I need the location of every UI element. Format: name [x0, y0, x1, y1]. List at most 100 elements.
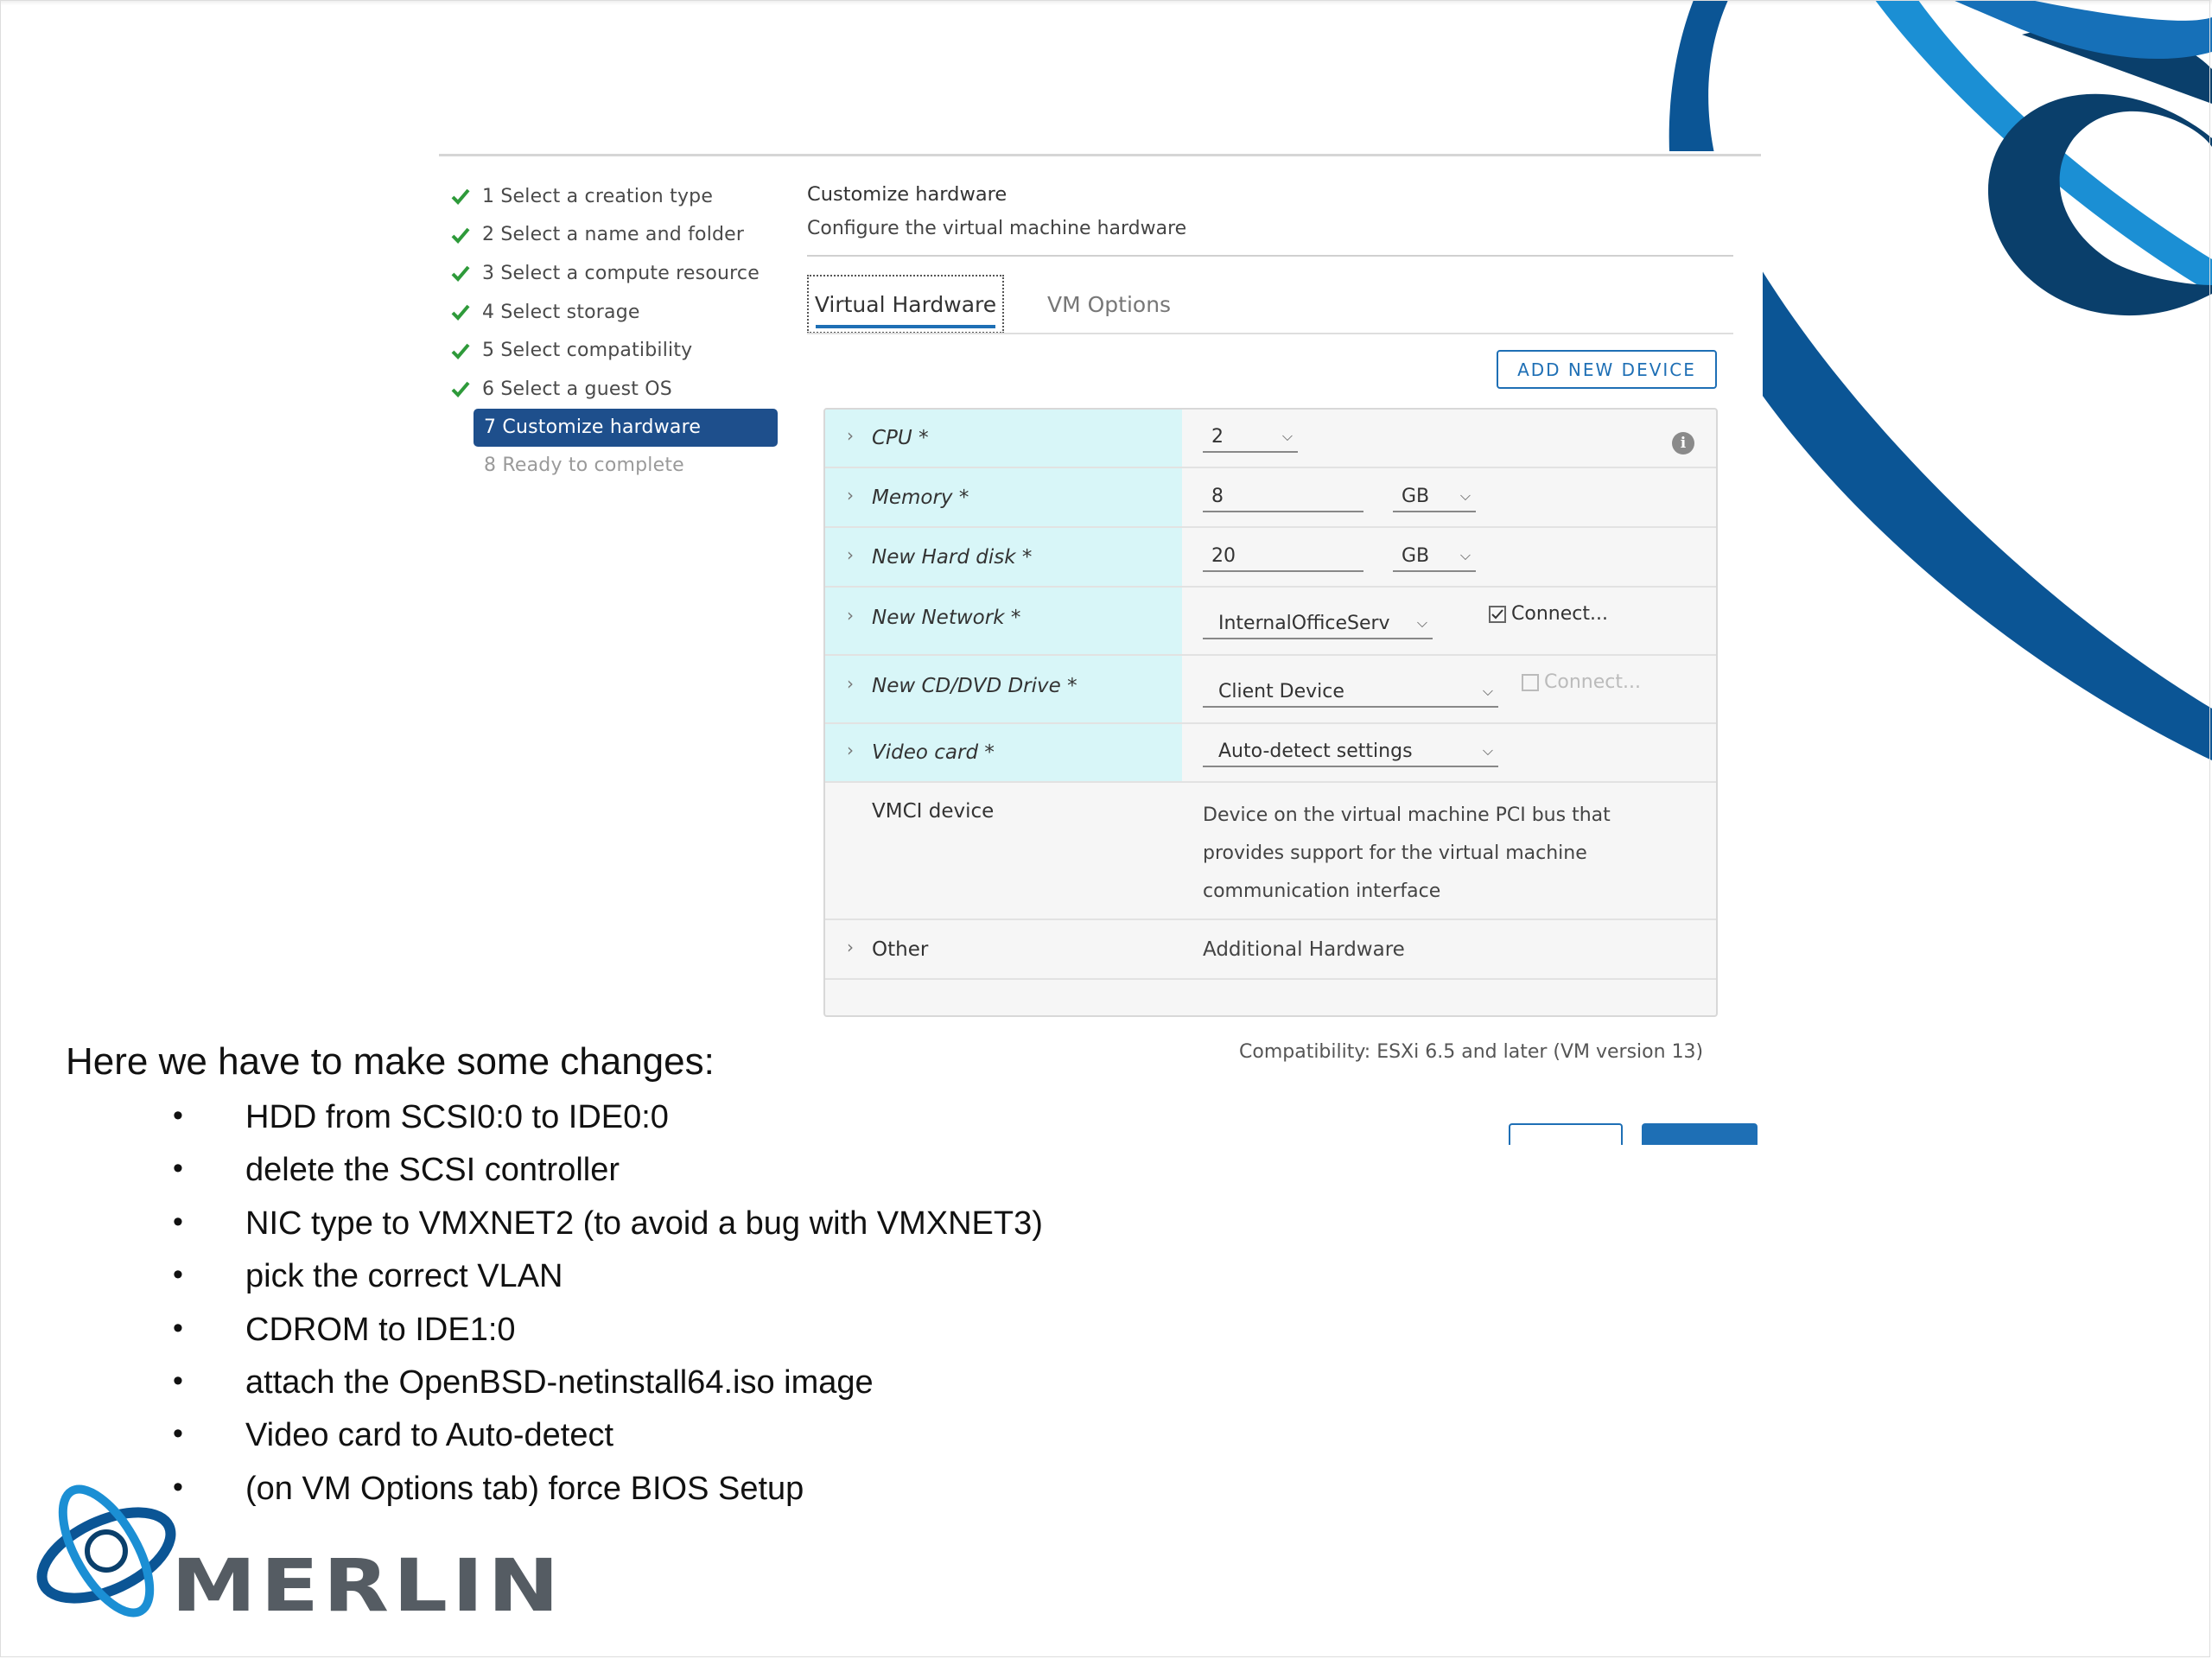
wizard-step-label: 5 Select compatibility: [482, 340, 693, 362]
hard-disk-unit: GB: [1402, 544, 1430, 567]
cpu-value: 2: [1211, 425, 1224, 448]
memory-unit-select[interactable]: GB ⌵: [1393, 481, 1476, 512]
network-select[interactable]: InternalOfficeServ ⌵: [1203, 608, 1433, 639]
checkbox-checked-icon: [1489, 605, 1506, 623]
checkbox-unchecked-icon: [1522, 673, 1539, 691]
wizard-step-label: 1 Select a creation type: [482, 185, 714, 207]
chevron-right-icon[interactable]: ›: [847, 937, 854, 957]
chevron-right-icon[interactable]: ›: [847, 740, 854, 760]
cpu-label: CPU *: [872, 427, 929, 449]
vmci-description-line: provides support for the virtual machine: [1203, 842, 1587, 864]
check-icon: [449, 224, 472, 246]
wizard-step-label: 8 Ready to complete: [484, 454, 684, 477]
tab-virtual-hardware[interactable]: Virtual Hardware: [807, 275, 1004, 334]
vmci-description-line: Device on the virtual machine PCI bus th…: [1203, 804, 1611, 826]
hardware-row-memory: › Memory * 8 GB ⌵: [825, 468, 1716, 528]
wizard-step-label: 7 Customize hardware: [484, 416, 702, 439]
merlin-logo-icon: [36, 1484, 176, 1618]
cd-dvd-select[interactable]: Client Device ⌵: [1203, 677, 1498, 708]
hardware-row-video-card: › Video card * Auto-detect settings ⌵: [825, 724, 1716, 783]
chevron-right-icon[interactable]: ›: [847, 544, 854, 565]
wizard-step-label: 6 Select a guest OS: [482, 378, 672, 400]
video-card-select[interactable]: Auto-detect settings ⌵: [1203, 736, 1498, 767]
notes-item: Video card to Auto-detect: [173, 1417, 1043, 1470]
notes-item: attach the OpenBSD-netinstall64.iso imag…: [173, 1364, 1043, 1417]
vmci-label: VMCI device: [872, 800, 995, 823]
hardware-row-other: › Other Additional Hardware: [825, 920, 1716, 980]
cd-dvd-connect-checkbox[interactable]: Connect...: [1522, 671, 1641, 693]
cancel-button[interactable]: [1509, 1123, 1623, 1145]
merlin-logo-text: MERLIN: [171, 1543, 563, 1628]
page-title: Customize hardware: [807, 183, 1007, 206]
other-value: Additional Hardware: [1203, 938, 1405, 961]
hard-disk-label: New Hard disk *: [872, 546, 1033, 569]
wizard-step-7-active[interactable]: 7 Customize hardware: [474, 408, 778, 447]
tab-vm-options[interactable]: VM Options: [1047, 292, 1171, 317]
chevron-down-icon: ⌵: [1459, 547, 1471, 563]
hardware-row-hard-disk: › New Hard disk * 20 GB ⌵: [825, 528, 1716, 588]
chevron-right-icon[interactable]: ›: [847, 425, 854, 446]
wizard-step-8: 8 Ready to complete: [484, 447, 778, 486]
memory-label: Memory *: [872, 486, 969, 509]
add-new-device-button[interactable]: ADD NEW DEVICE: [1497, 350, 1717, 389]
hardware-row-cpu: › CPU * 2 ⌵ i: [825, 410, 1716, 468]
chevron-down-icon: ⌵: [1482, 742, 1493, 759]
hardware-row-network: › New Network * InternalOfficeServ ⌵ Con…: [825, 588, 1716, 656]
cd-dvd-connect-label: Connect...: [1544, 671, 1641, 693]
vmci-description-line: communication interface: [1203, 880, 1441, 902]
page-subtitle: Configure the virtual machine hardware: [807, 218, 1187, 239]
network-value: InternalOfficeServ: [1218, 612, 1390, 634]
hard-disk-value: 20: [1211, 544, 1236, 567]
network-connect-label: Connect...: [1511, 603, 1608, 625]
chevron-down-icon: ⌵: [1459, 487, 1471, 504]
chevron-right-icon[interactable]: ›: [847, 605, 854, 626]
notes-title: Here we have to make some changes:: [66, 1040, 715, 1083]
vmci-description: Device on the virtual machine PCI bus th…: [1203, 797, 1687, 911]
wizard-step-label: 3 Select a compute resource: [482, 262, 760, 284]
chevron-down-icon: ⌵: [1281, 428, 1293, 444]
cpu-select[interactable]: 2 ⌵: [1203, 422, 1298, 453]
wizard-step-3[interactable]: 3 Select a compute resource: [449, 254, 778, 293]
wizard-step-label: 4 Select storage: [482, 301, 640, 323]
wizard-step-4[interactable]: 4 Select storage: [449, 293, 778, 332]
check-icon: [449, 301, 472, 323]
network-connect-checkbox[interactable]: Connect...: [1489, 603, 1608, 625]
hardware-row-vmci: VMCI device Device on the virtual machin…: [825, 783, 1716, 920]
notes-item: NIC type to VMXNET2 (to avoid a bug with…: [173, 1205, 1043, 1258]
memory-value: 8: [1211, 485, 1224, 507]
header-divider: [807, 255, 1733, 257]
wizard-step-5[interactable]: 5 Select compatibility: [449, 331, 778, 370]
chevron-right-icon[interactable]: ›: [847, 673, 854, 694]
chevron-right-icon[interactable]: ›: [847, 485, 854, 505]
network-label: New Network *: [872, 607, 1021, 629]
memory-input[interactable]: 8: [1203, 481, 1363, 512]
notes-item: CDROM to IDE1:0: [173, 1312, 1043, 1364]
notes-item: delete the SCSI controller: [173, 1152, 1043, 1205]
hard-disk-input[interactable]: 20: [1203, 541, 1363, 572]
other-label: Other: [872, 938, 929, 961]
video-card-value: Auto-detect settings: [1218, 740, 1413, 762]
check-icon: [449, 340, 472, 362]
wizard-step-6[interactable]: 6 Select a guest OS: [449, 370, 778, 409]
check-icon: [449, 262, 472, 284]
wizard-step-2[interactable]: 2 Select a name and folder: [449, 216, 778, 255]
video-card-label: Video card *: [872, 741, 995, 764]
tab-divider: [807, 333, 1733, 334]
notes-item: (on VM Options tab) force BIOS Setup: [173, 1471, 1043, 1523]
hardware-row-cd-dvd: › New CD/DVD Drive * Client Device ⌵ Con…: [825, 656, 1716, 724]
compatibility-text: Compatibility: ESXi 6.5 and later (VM ve…: [1239, 1041, 1704, 1063]
next-button[interactable]: [1642, 1123, 1758, 1145]
chevron-down-icon: ⌵: [1416, 614, 1427, 631]
wizard-step-1[interactable]: 1 Select a creation type: [449, 177, 778, 216]
wizard-steps: 1 Select a creation type 2 Select a name…: [449, 177, 778, 485]
notes-item: HDD from SCSI0:0 to IDE0:0: [173, 1099, 1043, 1152]
wizard-step-label: 2 Select a name and folder: [482, 224, 745, 246]
hard-disk-unit-select[interactable]: GB ⌵: [1393, 541, 1476, 572]
cd-dvd-label: New CD/DVD Drive *: [872, 675, 1077, 697]
info-icon[interactable]: i: [1672, 432, 1694, 454]
cd-dvd-value: Client Device: [1218, 680, 1344, 702]
chevron-down-icon: ⌵: [1482, 683, 1493, 699]
panel-top-border: [439, 154, 1761, 156]
check-icon: [449, 185, 472, 207]
check-icon: [449, 378, 472, 400]
